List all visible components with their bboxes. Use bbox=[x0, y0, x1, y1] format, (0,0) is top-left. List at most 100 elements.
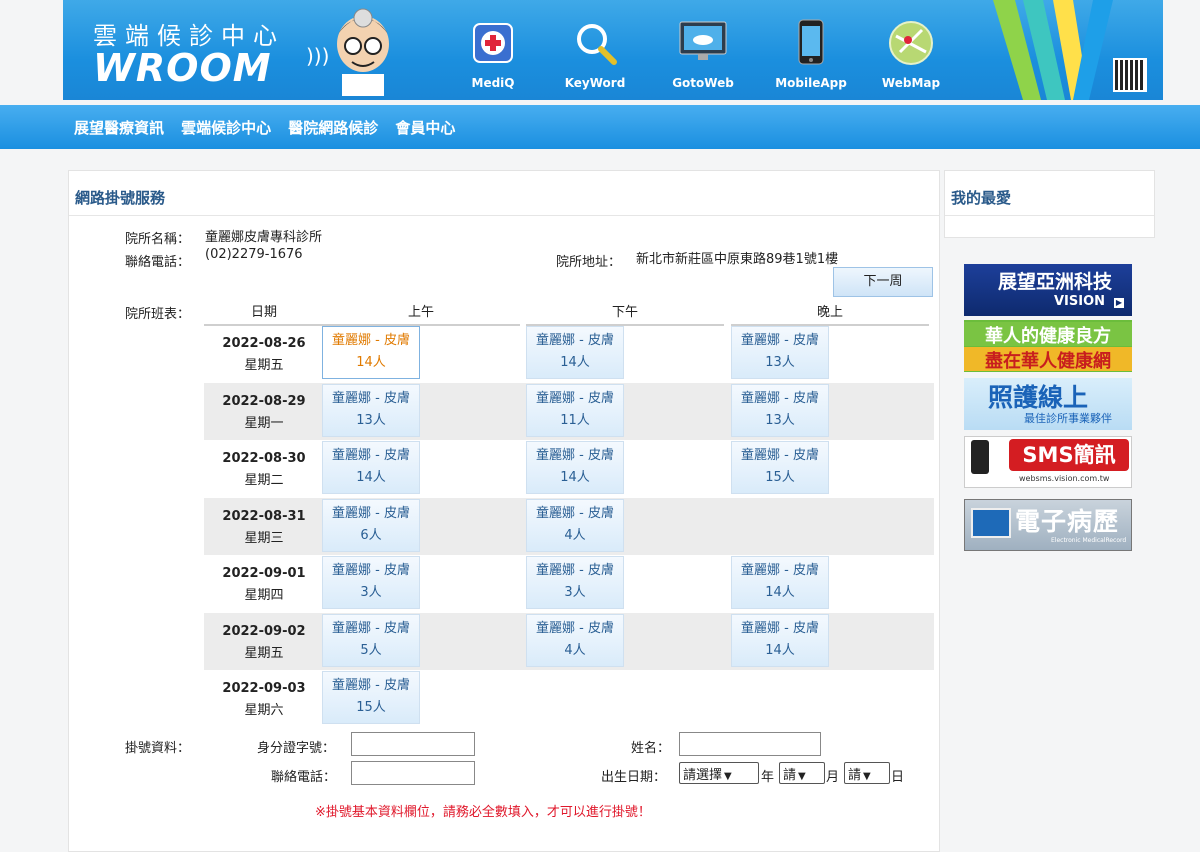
smartphone-icon bbox=[798, 19, 824, 65]
birth-year-select[interactable]: 請選擇 ▼ bbox=[679, 762, 759, 784]
slot-count: 14人 bbox=[560, 355, 590, 370]
clinic-name: 童麗娜皮膚專科診所 bbox=[205, 230, 323, 245]
name-label: 姓名： bbox=[631, 741, 671, 756]
ad-vision-asia[interactable]: 展望亞洲科技 VISION ▶ bbox=[964, 264, 1132, 316]
weekday-value: 星期六 bbox=[244, 703, 284, 718]
slot-am-button[interactable]: 童麗娜 - 皮膚 15人 bbox=[322, 671, 420, 724]
weekday-value: 星期四 bbox=[244, 588, 284, 603]
ad-subtitle: 最佳診所事業夥伴 bbox=[1024, 412, 1112, 425]
slot-pm-button[interactable]: 童麗娜 - 皮膚 4人 bbox=[526, 498, 624, 552]
slot-count: 14人 bbox=[356, 355, 386, 370]
schedule-row: 2022-09-03 星期六 童麗娜 - 皮膚 15人 bbox=[204, 670, 934, 727]
nav-mediq-label: MediQ bbox=[471, 76, 515, 90]
slot-eve-button[interactable]: 童麗娜 - 皮膚 14人 bbox=[731, 613, 829, 667]
slot-pm-button[interactable]: 童麗娜 - 皮膚 4人 bbox=[526, 613, 624, 667]
slot-doctor: 童麗娜 - 皮膚 bbox=[741, 448, 819, 463]
slot-am-button[interactable]: 童麗娜 - 皮膚 13人 bbox=[322, 383, 420, 437]
slot-am-button[interactable]: 童麗娜 - 皮膚 3人 bbox=[322, 556, 420, 609]
map-icon bbox=[889, 21, 933, 65]
weekday-value: 星期五 bbox=[244, 358, 284, 373]
brand-logo-text[interactable]: WROOM bbox=[93, 46, 272, 90]
slot-eve-button[interactable]: 童麗娜 - 皮膚 13人 bbox=[731, 383, 829, 437]
slot-count: 4人 bbox=[564, 642, 586, 658]
menu-item-vision-medical[interactable]: 展望醫療資訊 bbox=[74, 117, 164, 138]
monitor-cloud-icon bbox=[679, 21, 727, 60]
slot-count: 5人 bbox=[360, 642, 382, 658]
slot-am-button[interactable]: 童麗娜 - 皮膚 14人 bbox=[322, 326, 420, 379]
slot-count: 14人 bbox=[765, 642, 795, 658]
date-value: 2022-08-29 bbox=[222, 393, 306, 409]
schedule-row: 2022-08-31 星期三 童麗娜 - 皮膚 6人 童麗娜 - 皮膚 4人 bbox=[204, 497, 934, 555]
tel-label: 聯絡電話： bbox=[271, 770, 337, 785]
slot-count: 14人 bbox=[560, 470, 590, 485]
registration-panel: 網路掛號服務 院所名稱： 童麗娜皮膚專科診所 聯絡電話： (02)2279-16… bbox=[68, 170, 940, 852]
name-input[interactable] bbox=[679, 732, 821, 756]
slot-pm-button[interactable]: 童麗娜 - 皮膚 14人 bbox=[526, 441, 624, 494]
slot-doctor: 童麗娜 - 皮膚 bbox=[332, 448, 410, 463]
ad-title: SMS簡訊 bbox=[1009, 439, 1129, 471]
date-value: 2022-08-30 bbox=[222, 451, 306, 466]
chevron-down-icon: ▼ bbox=[724, 771, 732, 782]
slot-count: 11人 bbox=[560, 412, 590, 428]
slot-doctor: 童麗娜 - 皮膚 bbox=[741, 620, 819, 636]
slot-doctor: 童麗娜 - 皮膚 bbox=[536, 505, 614, 521]
slot-eve-button[interactable]: 童麗娜 - 皮膚 13人 bbox=[731, 326, 829, 379]
wifi-icon: ))) bbox=[306, 44, 330, 68]
nav-gotoweb-label: GotoWeb bbox=[672, 76, 734, 90]
header-banner: 雲端候診中心 WROOM ))) MediQ KeyWord GotoWeb M… bbox=[63, 0, 1163, 100]
date-value: 2022-09-01 bbox=[222, 566, 306, 581]
nav-mediq[interactable]: MediQ bbox=[453, 18, 533, 90]
menu-item-cloud-waiting[interactable]: 雲端候診中心 bbox=[181, 117, 271, 138]
birth-month-select[interactable]: 請 ▼ bbox=[779, 762, 825, 784]
date-value: 2022-08-26 bbox=[222, 336, 306, 351]
qr-code-icon bbox=[1113, 58, 1147, 92]
clinic-name-label: 院所名稱： bbox=[125, 232, 191, 247]
birth-month-value: 請 bbox=[783, 768, 797, 783]
slot-eve-button[interactable]: 童麗娜 - 皮膚 15人 bbox=[731, 441, 829, 494]
col-head-morning: 上午 bbox=[322, 301, 520, 326]
nav-webmap[interactable]: WebMap bbox=[871, 18, 951, 90]
birth-day-select[interactable]: 請 ▼ bbox=[844, 762, 890, 784]
nav-gotoweb[interactable]: GotoWeb bbox=[663, 18, 743, 90]
schedule-date: 2022-09-03 星期六 bbox=[204, 678, 324, 722]
weekday-value: 星期三 bbox=[244, 530, 284, 546]
slot-am-button[interactable]: 童麗娜 - 皮膚 5人 bbox=[322, 613, 420, 667]
slot-doctor: 童麗娜 - 皮膚 bbox=[536, 390, 614, 406]
schedule-label: 院所班表： bbox=[125, 307, 191, 322]
next-week-button[interactable]: 下一周 bbox=[833, 267, 933, 297]
slot-pm-button[interactable]: 童麗娜 - 皮膚 11人 bbox=[526, 383, 624, 437]
slot-doctor: 童麗娜 - 皮膚 bbox=[536, 333, 614, 348]
birth-year-value: 請選擇 bbox=[683, 768, 723, 783]
slot-count: 3人 bbox=[360, 585, 382, 600]
schedule-date: 2022-08-26 星期五 bbox=[204, 333, 324, 377]
weekday-value: 星期五 bbox=[244, 645, 284, 661]
slot-doctor: 童麗娜 - 皮膚 bbox=[332, 333, 410, 348]
nav-keyword[interactable]: KeyWord bbox=[555, 18, 635, 90]
slot-am-button[interactable]: 童麗娜 - 皮膚 6人 bbox=[322, 498, 420, 552]
col-head-evening: 晚上 bbox=[731, 301, 929, 326]
tel-input[interactable] bbox=[351, 761, 475, 785]
slot-eve-button[interactable]: 童麗娜 - 皮膚 14人 bbox=[731, 556, 829, 609]
menu-item-hospital-waiting[interactable]: 醫院網路候診 bbox=[288, 117, 378, 138]
nav-mobileapp[interactable]: MobileApp bbox=[771, 18, 851, 90]
ad-subtitle: Electronic MedicalRecord bbox=[1051, 537, 1127, 544]
ad-emr[interactable]: 電子病歷 Electronic MedicalRecord bbox=[964, 499, 1132, 551]
col-head-afternoon: 下午 bbox=[526, 301, 724, 326]
ad-sms[interactable]: SMS簡訊 websms.vision.com.tw bbox=[964, 436, 1132, 488]
slot-doctor: 童麗娜 - 皮膚 bbox=[536, 448, 614, 463]
year-unit: 年 bbox=[761, 770, 775, 785]
clinic-address: 新北市新莊區中原東路89巷1號1樓 bbox=[636, 252, 839, 267]
w-brand-logo-icon bbox=[993, 0, 1113, 100]
play-icon: ▶ bbox=[1114, 298, 1124, 308]
slot-pm-button[interactable]: 童麗娜 - 皮膚 3人 bbox=[526, 556, 624, 609]
slot-am-button[interactable]: 童麗娜 - 皮膚 14人 bbox=[322, 441, 420, 494]
slot-pm-button[interactable]: 童麗娜 - 皮膚 14人 bbox=[526, 326, 624, 379]
id-number-input[interactable] bbox=[351, 732, 475, 756]
ad-health-network[interactable]: 華人的健康良方 盡在華人健康網 bbox=[964, 320, 1132, 372]
phone-icon bbox=[971, 440, 989, 474]
schedule-row: 2022-08-26 星期五 童麗娜 - 皮膚 14人 童麗娜 - 皮膚 14人 童麗娜 -… bbox=[204, 325, 934, 382]
slot-count: 3人 bbox=[564, 585, 586, 600]
registration-info-label: 掛號資料： bbox=[125, 741, 191, 756]
ad-care-online[interactable]: 照護線上 最佳診所事業夥伴 bbox=[964, 378, 1132, 430]
menu-item-member-center[interactable]: 會員中心 bbox=[395, 117, 455, 138]
